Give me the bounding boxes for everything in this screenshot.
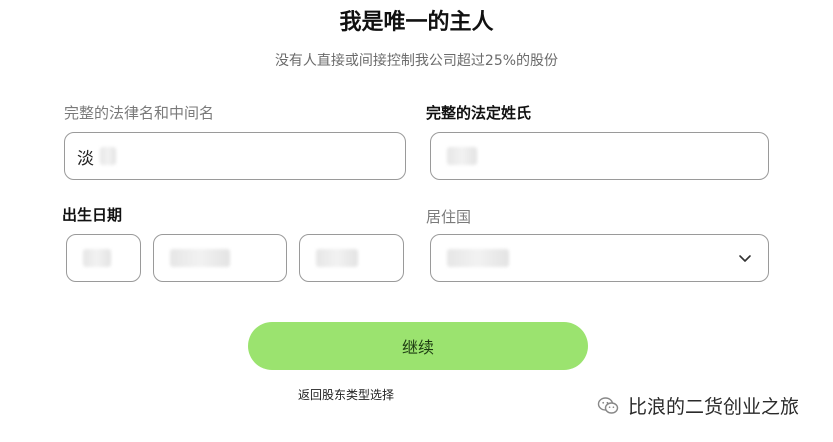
- page-subtitle: 没有人直接或间接控制我公司超过25%的股份: [274, 53, 559, 69]
- country-label: 居住国: [426, 208, 472, 226]
- redacted-text: [170, 249, 230, 267]
- chevron-down-icon[interactable]: [738, 251, 752, 265]
- redacted-text: [316, 249, 358, 267]
- given-names-label: 完整的法律名和中间名: [64, 104, 215, 122]
- surname-field[interactable]: [430, 132, 769, 180]
- dob-label: 出生日期: [62, 206, 123, 224]
- dob-day-field[interactable]: [66, 234, 141, 282]
- dob-month-field[interactable]: [153, 234, 287, 282]
- redacted-text: [100, 147, 116, 165]
- given-names-field[interactable]: 淡: [64, 132, 406, 180]
- wechat-icon: [597, 396, 619, 414]
- redacted-text: [447, 147, 477, 165]
- continue-button[interactable]: 继续: [248, 322, 588, 370]
- country-select[interactable]: [430, 234, 769, 282]
- back-to-shareholder-type-link[interactable]: 返回股东类型选择: [298, 386, 394, 403]
- redacted-text: [83, 249, 111, 267]
- surname-label: 完整的法定姓氏: [426, 104, 532, 122]
- owner-form-page: 我是唯一的主人 没有人直接或间接控制我公司超过25%的股份 完整的法律名和中间名…: [0, 0, 833, 442]
- watermark: 比浪的二货创业之旅: [596, 392, 799, 419]
- dob-year-field[interactable]: [299, 234, 404, 282]
- watermark-text: 比浪的二货创业之旅: [628, 396, 800, 418]
- given-names-value: 淡: [77, 148, 94, 169]
- page-title: 我是唯一的主人: [339, 10, 494, 35]
- redacted-text: [447, 249, 509, 267]
